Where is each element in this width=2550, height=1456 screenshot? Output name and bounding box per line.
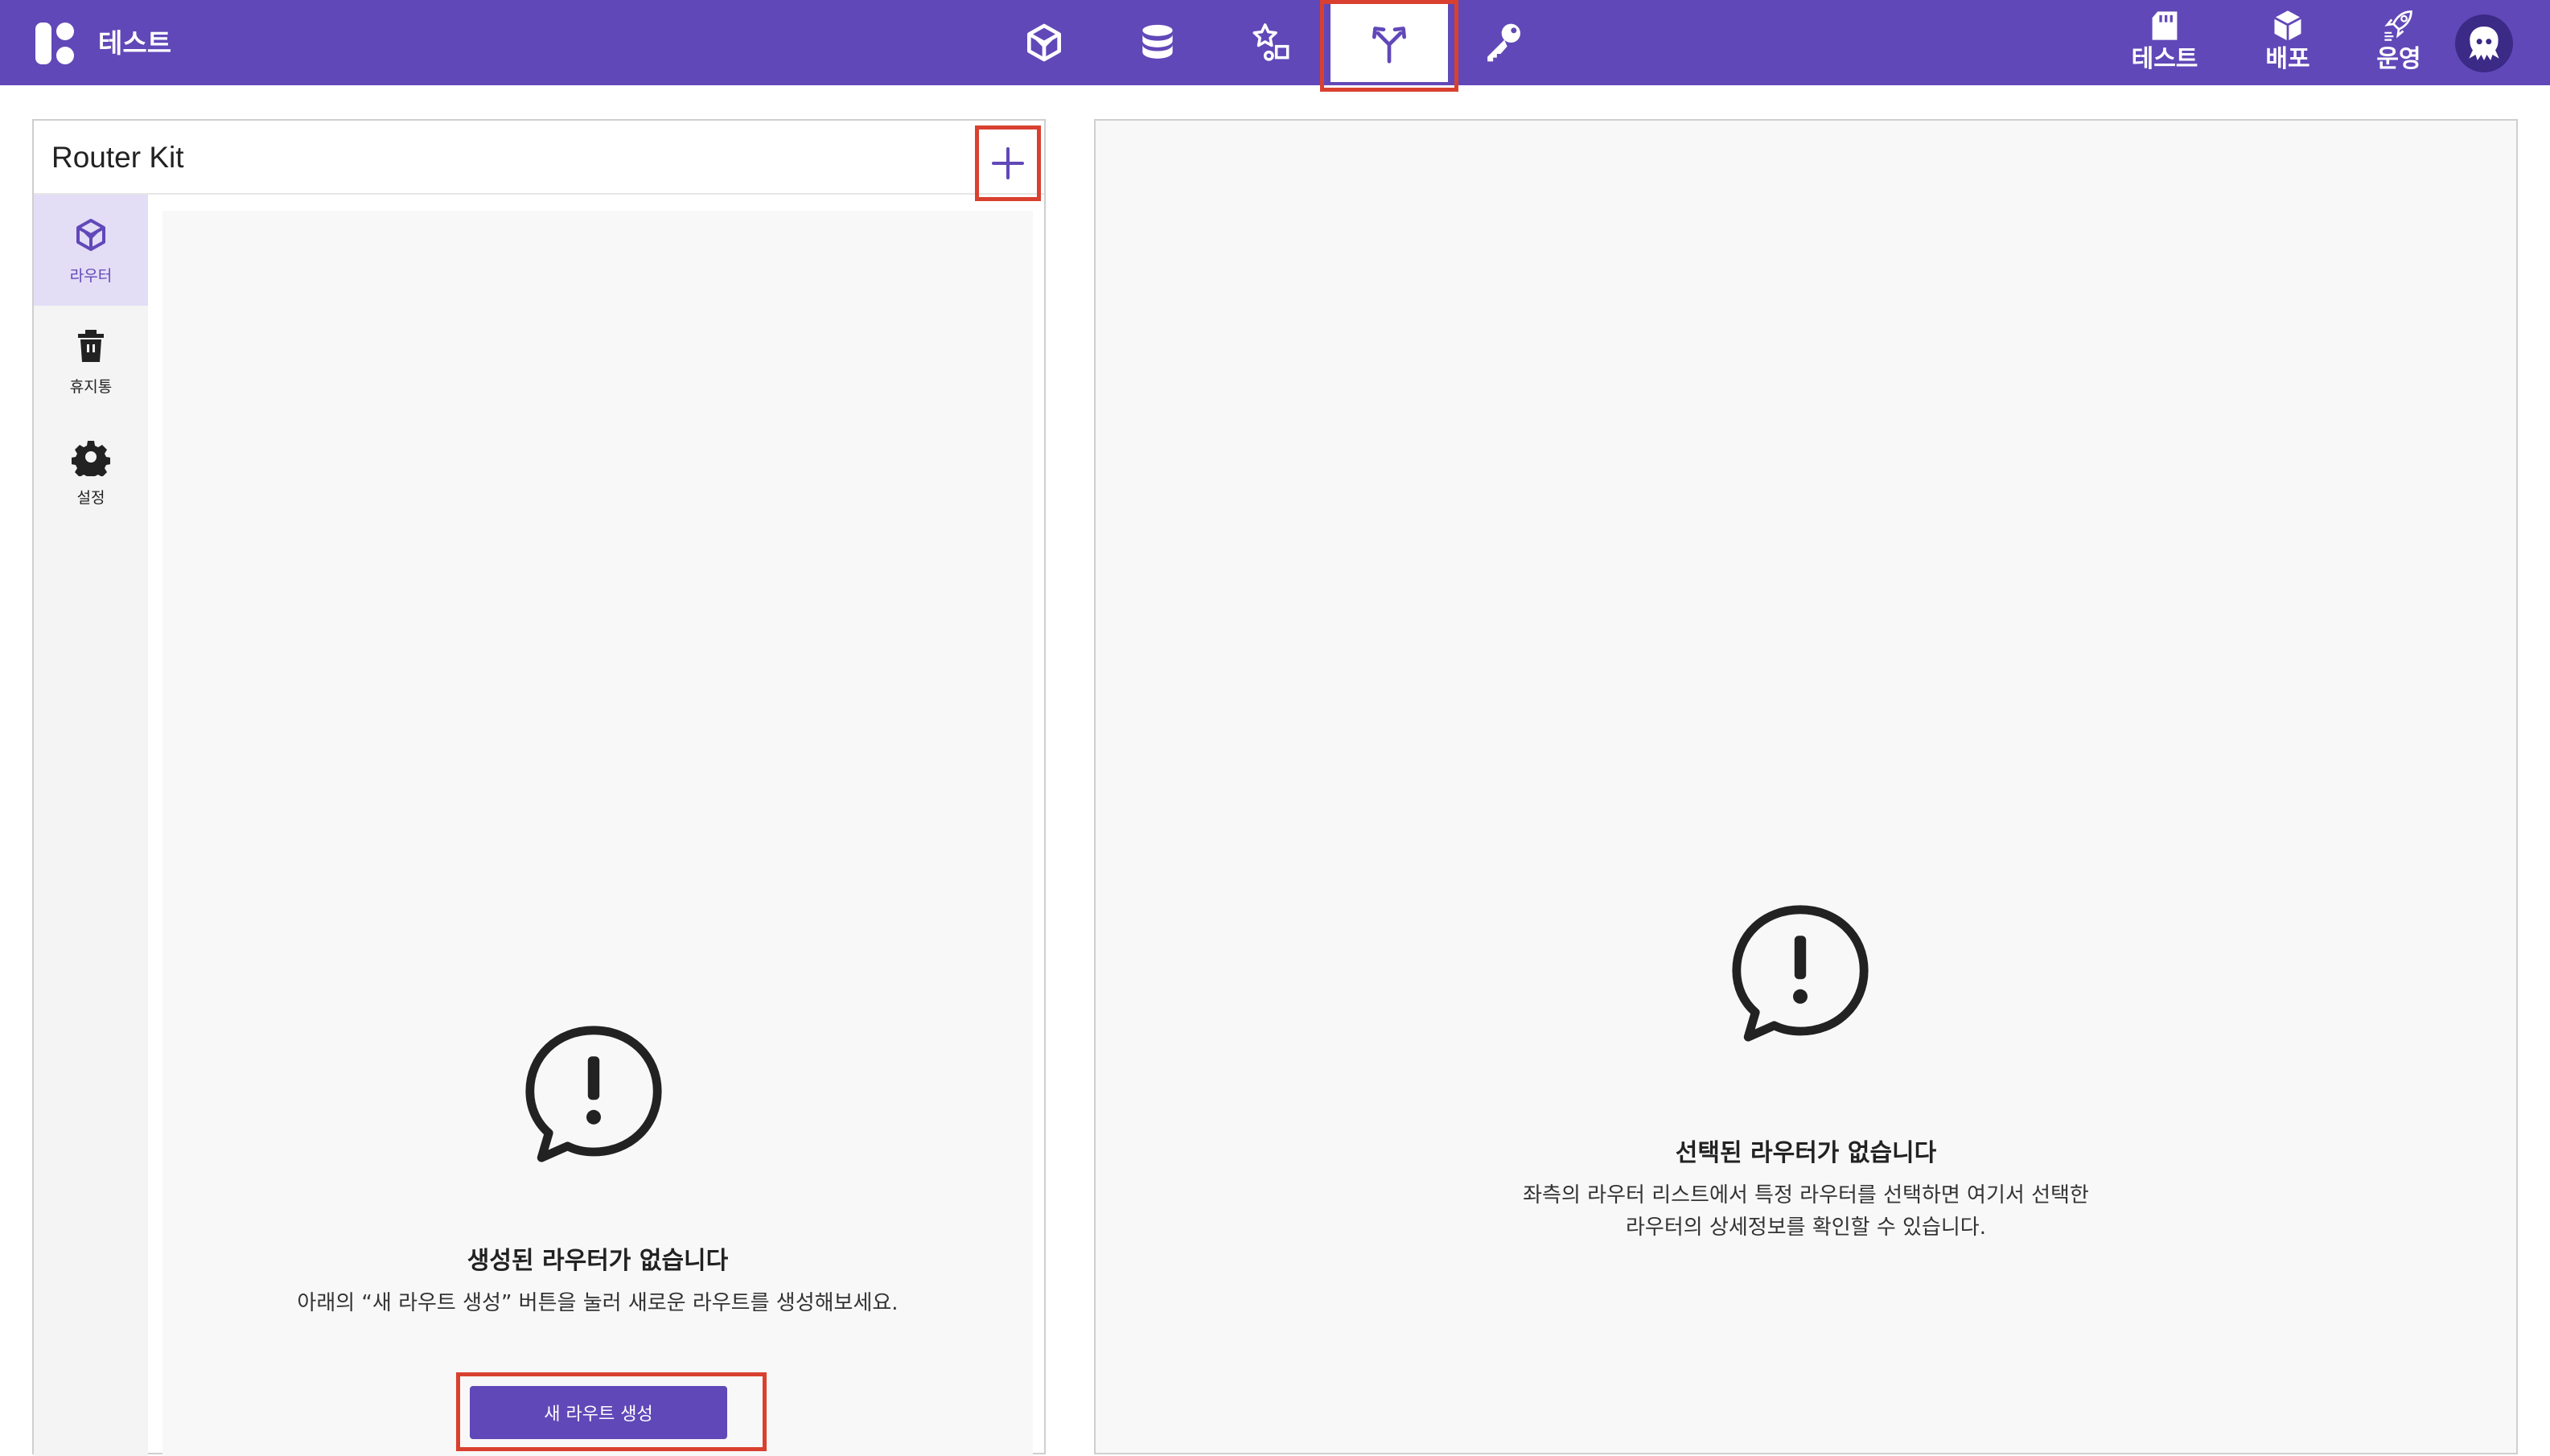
sd-card-icon xyxy=(2152,11,2178,40)
empty-title: 생성된 라우터가 없습니다 xyxy=(467,1247,729,1275)
test-menu[interactable]: 테스트 xyxy=(2116,8,2213,77)
create-route-highlight: 새 라우트 생성 xyxy=(456,1372,767,1451)
operate-menu[interactable]: 운영 xyxy=(2351,8,2447,77)
side-navigation: 라우터 휴지통 설정 xyxy=(34,195,148,1456)
user-avatar[interactable] xyxy=(2455,14,2513,72)
shapes-icon[interactable] xyxy=(1228,0,1317,85)
key-icon[interactable] xyxy=(1459,0,1548,85)
octopus-avatar-icon xyxy=(2469,27,2499,60)
side-item-settings-label: 설정 xyxy=(76,488,105,507)
alert-bubble-icon xyxy=(525,1026,662,1162)
cube-icon xyxy=(76,218,105,251)
trash-icon xyxy=(78,329,104,362)
detail-empty-description-line1: 좌측의 라우터 리스트에서 특정 라우터를 선택하면 여기서 선택한 xyxy=(1523,1183,2089,1207)
empty-description: 아래의 “새 라우트 생성” 버튼을 눌러 새로운 라우트를 생성해보세요. xyxy=(297,1291,899,1315)
rocket-icon xyxy=(2384,10,2412,41)
alert-bubble-icon xyxy=(1732,905,1869,1042)
logo[interactable] xyxy=(35,23,77,64)
panel-header: Router Kit xyxy=(34,121,1044,201)
database-icon[interactable] xyxy=(1113,0,1202,85)
side-item-router[interactable]: 라우터 xyxy=(34,195,148,306)
box-icon xyxy=(2273,10,2302,41)
router-icon[interactable] xyxy=(1331,3,1448,82)
project-name[interactable]: 테스트 xyxy=(98,24,171,63)
cube-icon[interactable] xyxy=(1000,0,1088,85)
operate-menu-label: 운영 xyxy=(2376,45,2421,73)
detail-empty-description-line2: 라우터의 상세정보를 확인할 수 있습니다. xyxy=(1626,1215,1986,1240)
side-item-trash-label: 휴지통 xyxy=(69,377,113,396)
side-item-trash[interactable]: 휴지통 xyxy=(34,306,148,417)
plus-icon xyxy=(992,147,1024,179)
router-kit-panel: Router Kit 라우터 휴지통 설정 생성된 라우터가 없습니다 아래의 … xyxy=(32,119,1046,1456)
add-router-button[interactable] xyxy=(975,125,1041,201)
test-menu-label: 테스트 xyxy=(2131,45,2198,73)
detail-empty-title: 선택된 라우터가 없습니다 xyxy=(1675,1139,1937,1167)
create-route-button[interactable]: 새 라우트 생성 xyxy=(470,1386,727,1439)
side-item-router-label: 라우터 xyxy=(69,266,113,285)
panel-title: Router Kit xyxy=(51,141,184,174)
router-list-area: 생성된 라우터가 없습니다 아래의 “새 라우트 생성” 버튼을 눌러 새로운 … xyxy=(162,211,1033,1456)
deploy-menu[interactable]: 배포 xyxy=(2239,8,2336,77)
gear-icon xyxy=(72,440,110,476)
side-item-settings[interactable]: 설정 xyxy=(34,417,148,528)
router-detail-panel: 선택된 라우터가 없습니다 좌측의 라우터 리스트에서 특정 라우터를 선택하면… xyxy=(1094,119,2518,1454)
empty-state: 생성된 라우터가 없습니다 아래의 “새 라우트 생성” 버튼을 눌러 새로운 … xyxy=(162,211,1033,1456)
top-navigation-bar: 테스트 테스트 배포 운영 xyxy=(0,0,2550,92)
deploy-menu-label: 배포 xyxy=(2265,45,2310,73)
